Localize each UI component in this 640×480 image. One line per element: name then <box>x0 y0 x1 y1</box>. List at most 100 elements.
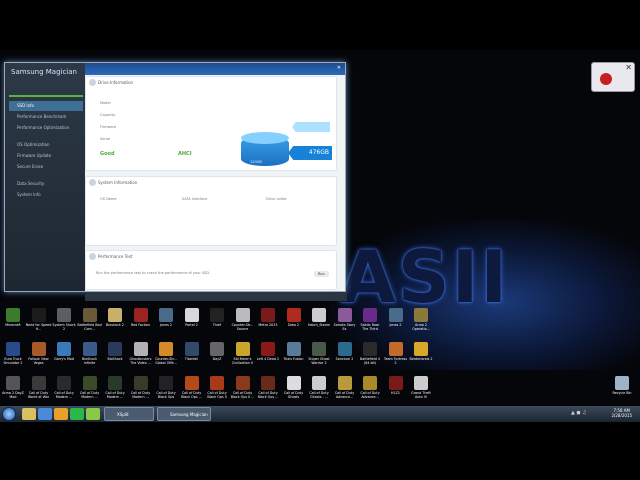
desktop-icon[interactable]: Euro Truck Simulator 2 <box>0 340 26 374</box>
desktop-icon[interactable]: Call of Duty World at War <box>26 374 52 408</box>
desktop-icon[interactable]: Need for Speed H... <box>26 306 52 340</box>
desktop-icon[interactable]: Garry's Mod <box>51 340 77 374</box>
desktop-icon[interactable]: Bioshock 2 <box>102 306 128 340</box>
taskbar-pin-icon[interactable] <box>70 408 84 420</box>
sidebar-item[interactable]: Performance Benchmark <box>9 112 83 122</box>
desktop-icon[interactable]: Battlefield 4 (64 bit) <box>357 340 383 374</box>
desktop-icon[interactable]: Call of Duty Ghosts <box>281 374 307 408</box>
desktop-icon[interactable]: Call of Duty Modern ... <box>77 374 103 408</box>
magician-sidebar: Samsung Magician SSD Info Performance Ben… <box>5 63 85 291</box>
start-button[interactable] <box>2 407 16 421</box>
desktop-icon[interactable]: Call of Duty Modern ... <box>102 374 128 408</box>
desktop-icon[interactable]: System Shock 2 <box>51 306 77 340</box>
sidebar-item[interactable]: OS Optimization <box>9 140 83 150</box>
desktop-icon[interactable]: Call of Duty Ghosts - ... <box>306 374 332 408</box>
xsplit-mini-window[interactable]: ✕ <box>591 62 635 92</box>
desktop-icon[interactable]: Sairoks Story Ex <box>332 306 358 340</box>
desktop-icon[interactable]: BioShock <box>102 340 128 374</box>
sidebar-item[interactable]: Secure Erase <box>9 162 83 172</box>
icon-label: Call of Duty Black Ops ... <box>181 391 202 399</box>
icon-label: Call of Duty Black Ops II ... <box>230 391 255 399</box>
run-button[interactable]: Run <box>314 271 329 277</box>
icon-label: Thief <box>212 323 222 327</box>
game-icon <box>210 342 224 356</box>
desktop-icon[interactable]: Sniper Ghost Warrior 2 <box>306 340 332 374</box>
desktop-icon[interactable]: Call of Duty Advance... <box>332 374 358 408</box>
desktop-icon[interactable]: Team Fortress 2 <box>383 340 409 374</box>
desktop-icon[interactable]: Sid Meier's Civilization V <box>230 340 256 374</box>
clock[interactable]: 7:58 AM 2/28/2015 <box>611 408 632 418</box>
taskbar-pin-icon[interactable] <box>22 408 36 420</box>
desktop-icon[interactable]: Call of Duty Advance... <box>357 374 383 408</box>
icon-label: DayZ <box>212 357 222 361</box>
desktop-icon[interactable]: Red Faction <box>128 306 154 340</box>
desktop-icon[interactable]: Minecraft <box>0 306 26 340</box>
icon-label: Jones 2 <box>160 323 172 327</box>
desktop-icon[interactable]: Call of Duty Black Ops II <box>204 374 230 408</box>
sidebar-item[interactable]: SSD Info <box>9 101 83 111</box>
desktop-icon[interactable]: Call of Duty Modern ... <box>128 374 154 408</box>
sidebar-item[interactable]: System Info <box>9 190 83 200</box>
desktop-icon[interactable]: Thief <box>204 306 230 340</box>
desktop-icon[interactable]: Portal 2 <box>179 306 205 340</box>
sidebar-item[interactable]: Performance Optimization <box>9 123 83 133</box>
sidebar-item[interactable]: Data Security <box>9 179 83 189</box>
icon-label: Arma 2 Operatio... <box>412 323 430 331</box>
desktop-icon[interactable]: Ghostbusters The Video ... <box>128 340 154 374</box>
icon-label: Call of Duty Black Ops ... <box>257 391 279 399</box>
close-icon[interactable]: ✕ <box>337 65 341 71</box>
recycle-bin[interactable]: Recycle Bin <box>609 374 635 408</box>
game-icon <box>261 376 275 390</box>
desktop-icon[interactable]: Titanfall <box>179 340 205 374</box>
desktop-icon[interactable]: H1Z1 <box>383 374 409 408</box>
desktop-icon[interactable]: Saints Row: The Third <box>357 306 383 340</box>
icon-label: Minecraft <box>5 323 21 327</box>
game-icon <box>159 376 173 390</box>
icon-label: Call of Duty Black Ops <box>156 391 176 399</box>
taskbar: XSplit Samsung Magician ▲ ◼ ♫ 7:58 AM 2/2… <box>0 406 640 422</box>
desktop-icon[interactable]: Battlefield Bad Com... <box>77 306 103 340</box>
desktop-icon[interactable]: Metro 2033 <box>255 306 281 340</box>
desktop-icon[interactable]: BioShock Infinite <box>77 340 103 374</box>
sidebar-item[interactable]: Firmware Update <box>9 151 83 161</box>
health-badge: Good <box>100 151 115 157</box>
desktop-icon[interactable]: Call of Duty Black Ops ... <box>255 374 281 408</box>
game-icon <box>57 342 71 356</box>
desktop-icon[interactable]: Call of Duty Black Ops II ... <box>230 374 256 408</box>
tray-icons[interactable]: ▲ ◼ ♫ <box>571 410 587 416</box>
desktop-icon[interactable]: DayZ <box>204 340 230 374</box>
taskbar-pin-icon[interactable] <box>38 408 52 420</box>
magician-titlebar[interactable]: ✕ <box>85 63 345 75</box>
game-icon <box>414 376 428 390</box>
desktop-icon[interactable]: Jones 2 <box>153 306 179 340</box>
system-col: OS Name <box>100 197 117 201</box>
close-icon[interactable]: ✕ <box>625 63 632 72</box>
game-icon <box>363 308 377 322</box>
taskbar-pin-icon[interactable] <box>54 408 68 420</box>
desktop-icon[interactable]: Call of Duty Black Ops <box>153 374 179 408</box>
desktop-icon[interactable]: Sanctum 2 <box>332 340 358 374</box>
desktop-icon[interactable]: Counter-Str... Global Offe... <box>153 340 179 374</box>
desktop-icon[interactable]: Counter-Str... Source <box>230 306 256 340</box>
game-icon <box>286 376 301 390</box>
taskbar-pin-icon[interactable] <box>86 408 100 420</box>
desktop-icon[interactable]: Call of Duty Modern ... <box>51 374 77 408</box>
taskbar-window[interactable]: XSplit <box>104 407 154 421</box>
icon-label: H1Z1 <box>391 391 400 395</box>
desktop-icon[interactable]: Grand Theft Auto IV <box>408 374 434 408</box>
game-icon <box>388 342 403 356</box>
desktop-icon[interactable]: Fallout: New Vegas <box>26 340 52 374</box>
desktop-icon[interactable]: Arma 2 Operatio... <box>408 306 434 340</box>
desktop-icon[interactable]: Dota 2 <box>281 306 307 340</box>
desktop-icon[interactable]: Jones 2 <box>383 306 409 340</box>
desktop-icon[interactable]: Arma 2 DayZ Mod <box>0 374 26 408</box>
desktop-icon[interactable]: Left 4 Dead 2 <box>255 340 281 374</box>
desktop-icon[interactable]: Call of Duty Black Ops ... <box>179 374 205 408</box>
desktop-icon[interactable]: Hatch_Steam <box>306 306 332 340</box>
total-arrow: 476GB <box>288 146 332 160</box>
desktop-icon[interactable]: Trials Fusion <box>281 340 307 374</box>
magician-title: Samsung Magician <box>11 68 77 76</box>
taskbar-window[interactable]: Samsung Magician <box>157 407 211 421</box>
desktop-icon[interactable]: Borderlands 2 <box>408 340 434 374</box>
drive-label: Firmware <box>100 125 117 129</box>
